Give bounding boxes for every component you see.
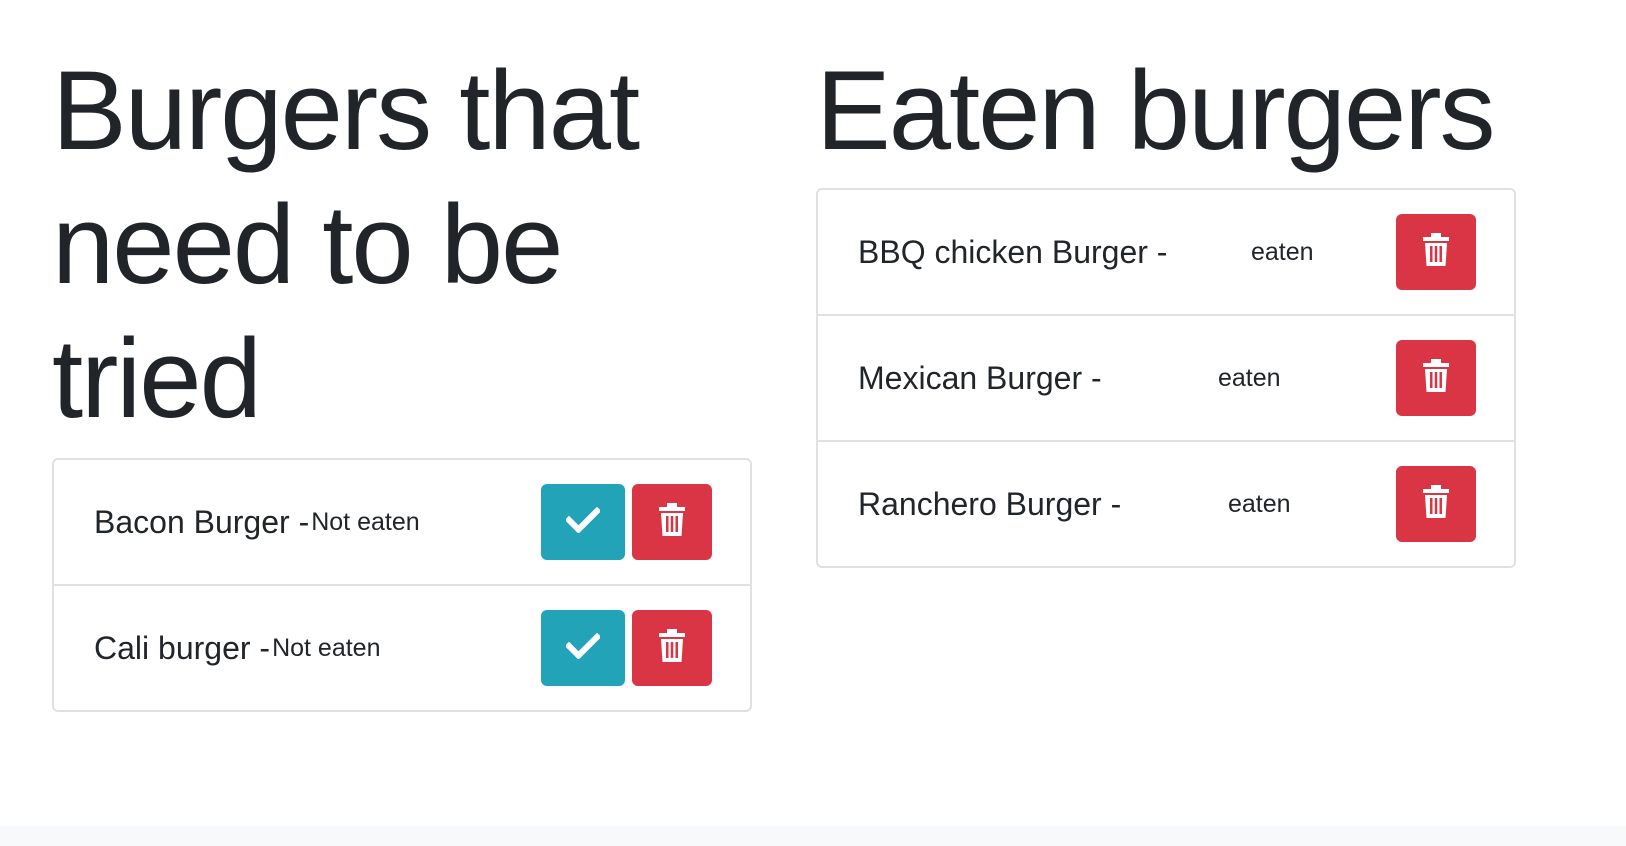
burger-status: eaten (1218, 363, 1281, 392)
footer-strip (0, 826, 1626, 846)
list-item: Ranchero Burger - eaten (818, 440, 1514, 566)
burger-name: Mexican Burger - (858, 359, 1102, 396)
untried-heading: Burgers that need to be tried (52, 48, 640, 441)
trash-icon (1422, 232, 1450, 272)
delete-button[interactable] (1396, 214, 1476, 290)
page: Burgers that need to be tried Bacon Burg… (0, 0, 1626, 846)
check-icon (564, 632, 602, 664)
burger-name: Bacon Burger - (94, 503, 310, 540)
burger-name-label: Cali burger - Not eaten (94, 586, 380, 710)
burger-name-label: Bacon Burger - Not eaten (94, 460, 420, 584)
trash-icon (658, 502, 686, 542)
burger-status: eaten (1228, 489, 1291, 518)
delete-button[interactable] (1396, 340, 1476, 416)
eaten-column: Eaten burgers BBQ chicken Burger - eaten… (816, 44, 1516, 568)
burger-status: Not eaten (272, 633, 381, 662)
check-icon (564, 506, 602, 538)
list-item: Bacon Burger - Not eaten (54, 460, 750, 584)
burger-status: Not eaten (311, 507, 420, 536)
eaten-heading: Eaten burgers (816, 48, 1496, 173)
untried-burger-list: Bacon Burger - Not eaten Cali burger - N… (52, 458, 752, 712)
trash-icon (1422, 358, 1450, 398)
burger-name: BBQ chicken Burger - (858, 233, 1168, 270)
delete-button[interactable] (1396, 466, 1476, 542)
burger-status: eaten (1251, 237, 1314, 266)
trash-icon (1422, 484, 1450, 524)
list-item: BBQ chicken Burger - eaten (818, 190, 1514, 314)
list-item: Mexican Burger - eaten (818, 314, 1514, 440)
delete-button[interactable] (632, 484, 712, 560)
devour-button[interactable] (541, 484, 625, 560)
delete-button[interactable] (632, 610, 712, 686)
trash-icon (658, 628, 686, 668)
burger-name: Cali burger - (94, 629, 271, 666)
devour-button[interactable] (541, 610, 625, 686)
untried-column: Burgers that need to be tried Bacon Burg… (52, 44, 752, 712)
burger-name: Ranchero Burger - (858, 485, 1122, 522)
eaten-burger-list: BBQ chicken Burger - eaten Mexican Burge… (816, 188, 1516, 568)
list-item: Cali burger - Not eaten (54, 584, 750, 710)
